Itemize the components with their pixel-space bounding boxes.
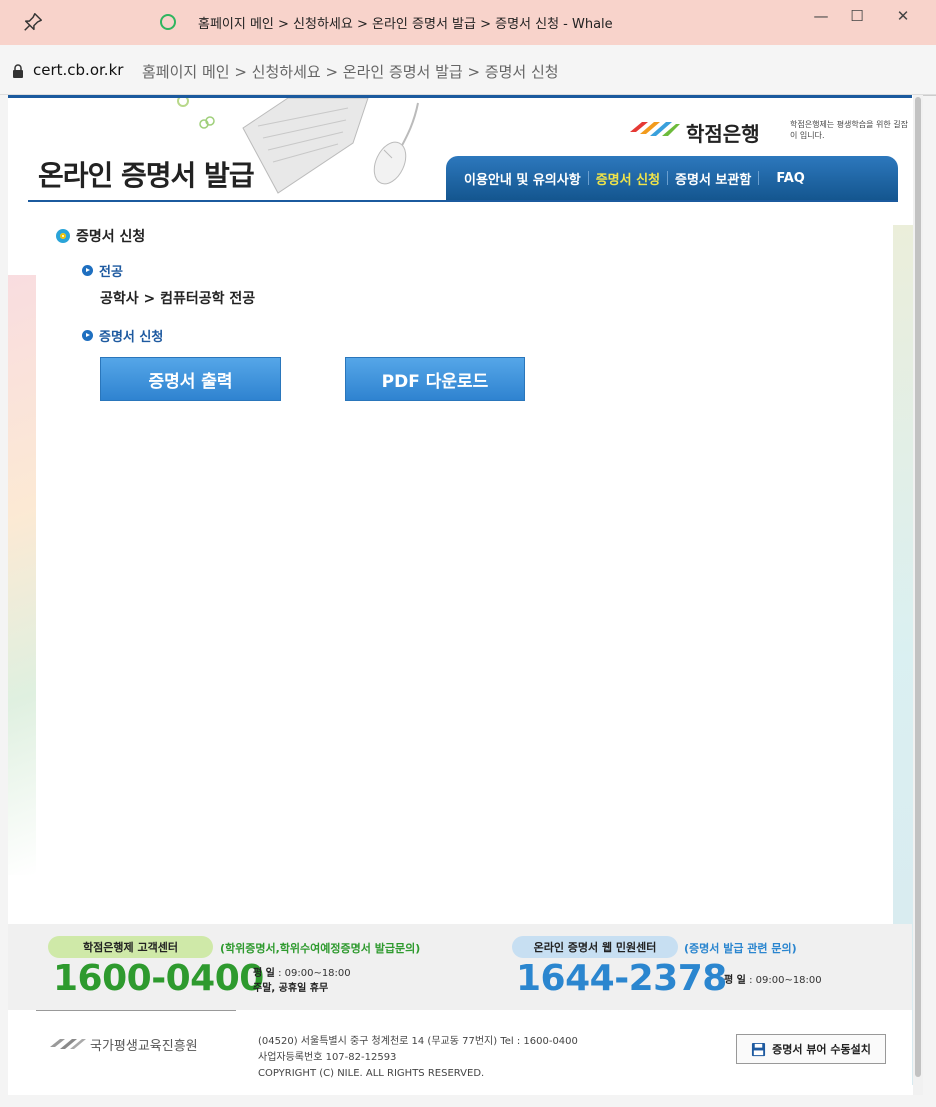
scrollbar-thumb[interactable] — [915, 97, 921, 1077]
viewer-install-button[interactable]: 증명서 뷰어 수동설치 — [736, 1034, 886, 1064]
call-center-phone: 1600-0400 — [53, 958, 264, 999]
pin-icon[interactable] — [22, 11, 44, 33]
minimize-button[interactable]: — — [806, 4, 836, 28]
logo-text: 학점은행 — [686, 122, 760, 146]
address-domain: cert.cb.or.kr — [33, 61, 124, 79]
section-title-text: 증명서 신청 — [76, 229, 146, 245]
nav-guide[interactable]: 이용안내 및 유의사항 — [464, 169, 581, 188]
footer-divider — [36, 1010, 236, 1011]
toolbar-edge — [923, 95, 936, 96]
nav-separator — [587, 171, 589, 185]
arrow-bullet-icon — [82, 330, 93, 341]
web-center-note: (증명서 발급 관련 문의) — [684, 942, 797, 955]
apply-subtitle: 증명서 신청 — [82, 326, 163, 345]
nav-storage[interactable]: 증명서 보관함 — [675, 169, 751, 188]
web-center-pill: 온라인 증명서 웹 민원센터 — [512, 936, 678, 958]
main-navigation: 이용안내 및 유의사항 증명서 신청 증명서 보관함 FAQ — [446, 156, 898, 200]
nile-logo-icon — [50, 1039, 86, 1049]
site-header: 온라인 증명서 발급 학점은행 학점은행제는 평생학습을 위한 길잡이 입니다.… — [8, 98, 912, 202]
weekday-label: 평 일 — [253, 968, 275, 979]
window-titlebar: 홈페이지 메인 > 신청하세요 > 온라인 증명서 발급 > 증명서 신청 - … — [0, 0, 936, 45]
major-subtitle: 전공 — [82, 261, 123, 280]
address-bar[interactable]: cert.cb.or.kr 홈페이지 메인 > 신청하세요 > 온라인 증명서 … — [0, 45, 936, 95]
business-number: 사업자등록번호 107-82-12593 — [258, 1052, 397, 1063]
nav-apply[interactable]: 증명서 신청 — [596, 169, 660, 188]
call-center-pill: 학점은행제 고객센터 — [48, 936, 213, 958]
lock-icon — [13, 64, 23, 78]
viewer-install-label: 증명서 뷰어 수동설치 — [772, 1043, 871, 1056]
copyright: COPYRIGHT (C) NILE. ALL RIGHTS RESERVED. — [258, 1068, 485, 1079]
window-title: 홈페이지 메인 > 신청하세요 > 온라인 증명서 발급 > 증명서 신청 - … — [198, 17, 613, 32]
org-name: 국가평생교육진흥원 — [90, 1039, 198, 1054]
decorative-stripe-left — [8, 275, 36, 875]
weekday-hours: : 09:00~18:00 — [749, 975, 822, 986]
weekday-hours: : 09:00~18:00 — [278, 968, 351, 979]
nav-faq[interactable]: FAQ — [776, 171, 805, 186]
web-center-hours: 평 일 : 09:00~18:00 — [724, 973, 822, 988]
footer-address: (04520) 서울특별시 중구 청계천로 14 (무교동 77번지) Tel … — [258, 1034, 578, 1082]
floppy-disk-icon — [752, 1042, 766, 1056]
address-line: (04520) 서울특별시 중구 청계천로 14 (무교동 77번지) Tel … — [258, 1036, 578, 1047]
credit-bank-logo[interactable]: 학점은행 학점은행제는 평생학습을 위한 길잡이 입니다. — [628, 114, 909, 146]
section-title: 증명서 신청 — [56, 226, 145, 246]
address-path: 홈페이지 메인 > 신청하세요 > 온라인 증명서 발급 > 증명서 신청 — [142, 63, 559, 81]
weekday-label: 평 일 — [724, 975, 746, 986]
page-title: 온라인 증명서 발급 — [38, 159, 255, 192]
close-button[interactable]: ✕ — [888, 4, 918, 28]
major-label: 전공 — [99, 265, 123, 280]
print-certificate-button[interactable]: 증명서 출력 — [100, 357, 281, 401]
call-center-band: 학점은행제 고객센터 (학위증명서,학위수여예정증명서 발급문의) 1600-0… — [8, 924, 912, 1010]
call-center-note: (학위증명서,학위수여예정증명서 발급문의) — [220, 942, 421, 955]
site-footer: 국가평생교육진흥원 (04520) 서울특별시 중구 청계천로 14 (무교동 … — [8, 1010, 912, 1095]
call-center-hours: 평 일 : 09:00~18:00 주말, 공휴일 휴무 — [253, 966, 351, 996]
web-center-phone: 1644-2378 — [516, 958, 727, 999]
apply-label: 증명서 신청 — [99, 330, 164, 345]
major-value: 공학사 > 컴퓨터공학 전공 — [100, 291, 256, 307]
nav-separator — [667, 171, 669, 185]
credit-bank-logo-icon — [630, 122, 680, 136]
tab-status-icon — [160, 14, 176, 30]
pdf-download-button[interactable]: PDF 다운로드 — [345, 357, 525, 401]
section-ring-icon — [56, 229, 70, 243]
logo-slogan: 학점은행제는 평생학습을 위한 길잡이 입니다. — [790, 120, 909, 140]
header-underline — [28, 200, 898, 202]
maximize-button[interactable]: ☐ — [842, 4, 872, 28]
weekend-note: 주말, 공휴일 휴무 — [253, 983, 329, 994]
nav-separator — [758, 171, 760, 185]
arrow-bullet-icon — [82, 265, 93, 276]
